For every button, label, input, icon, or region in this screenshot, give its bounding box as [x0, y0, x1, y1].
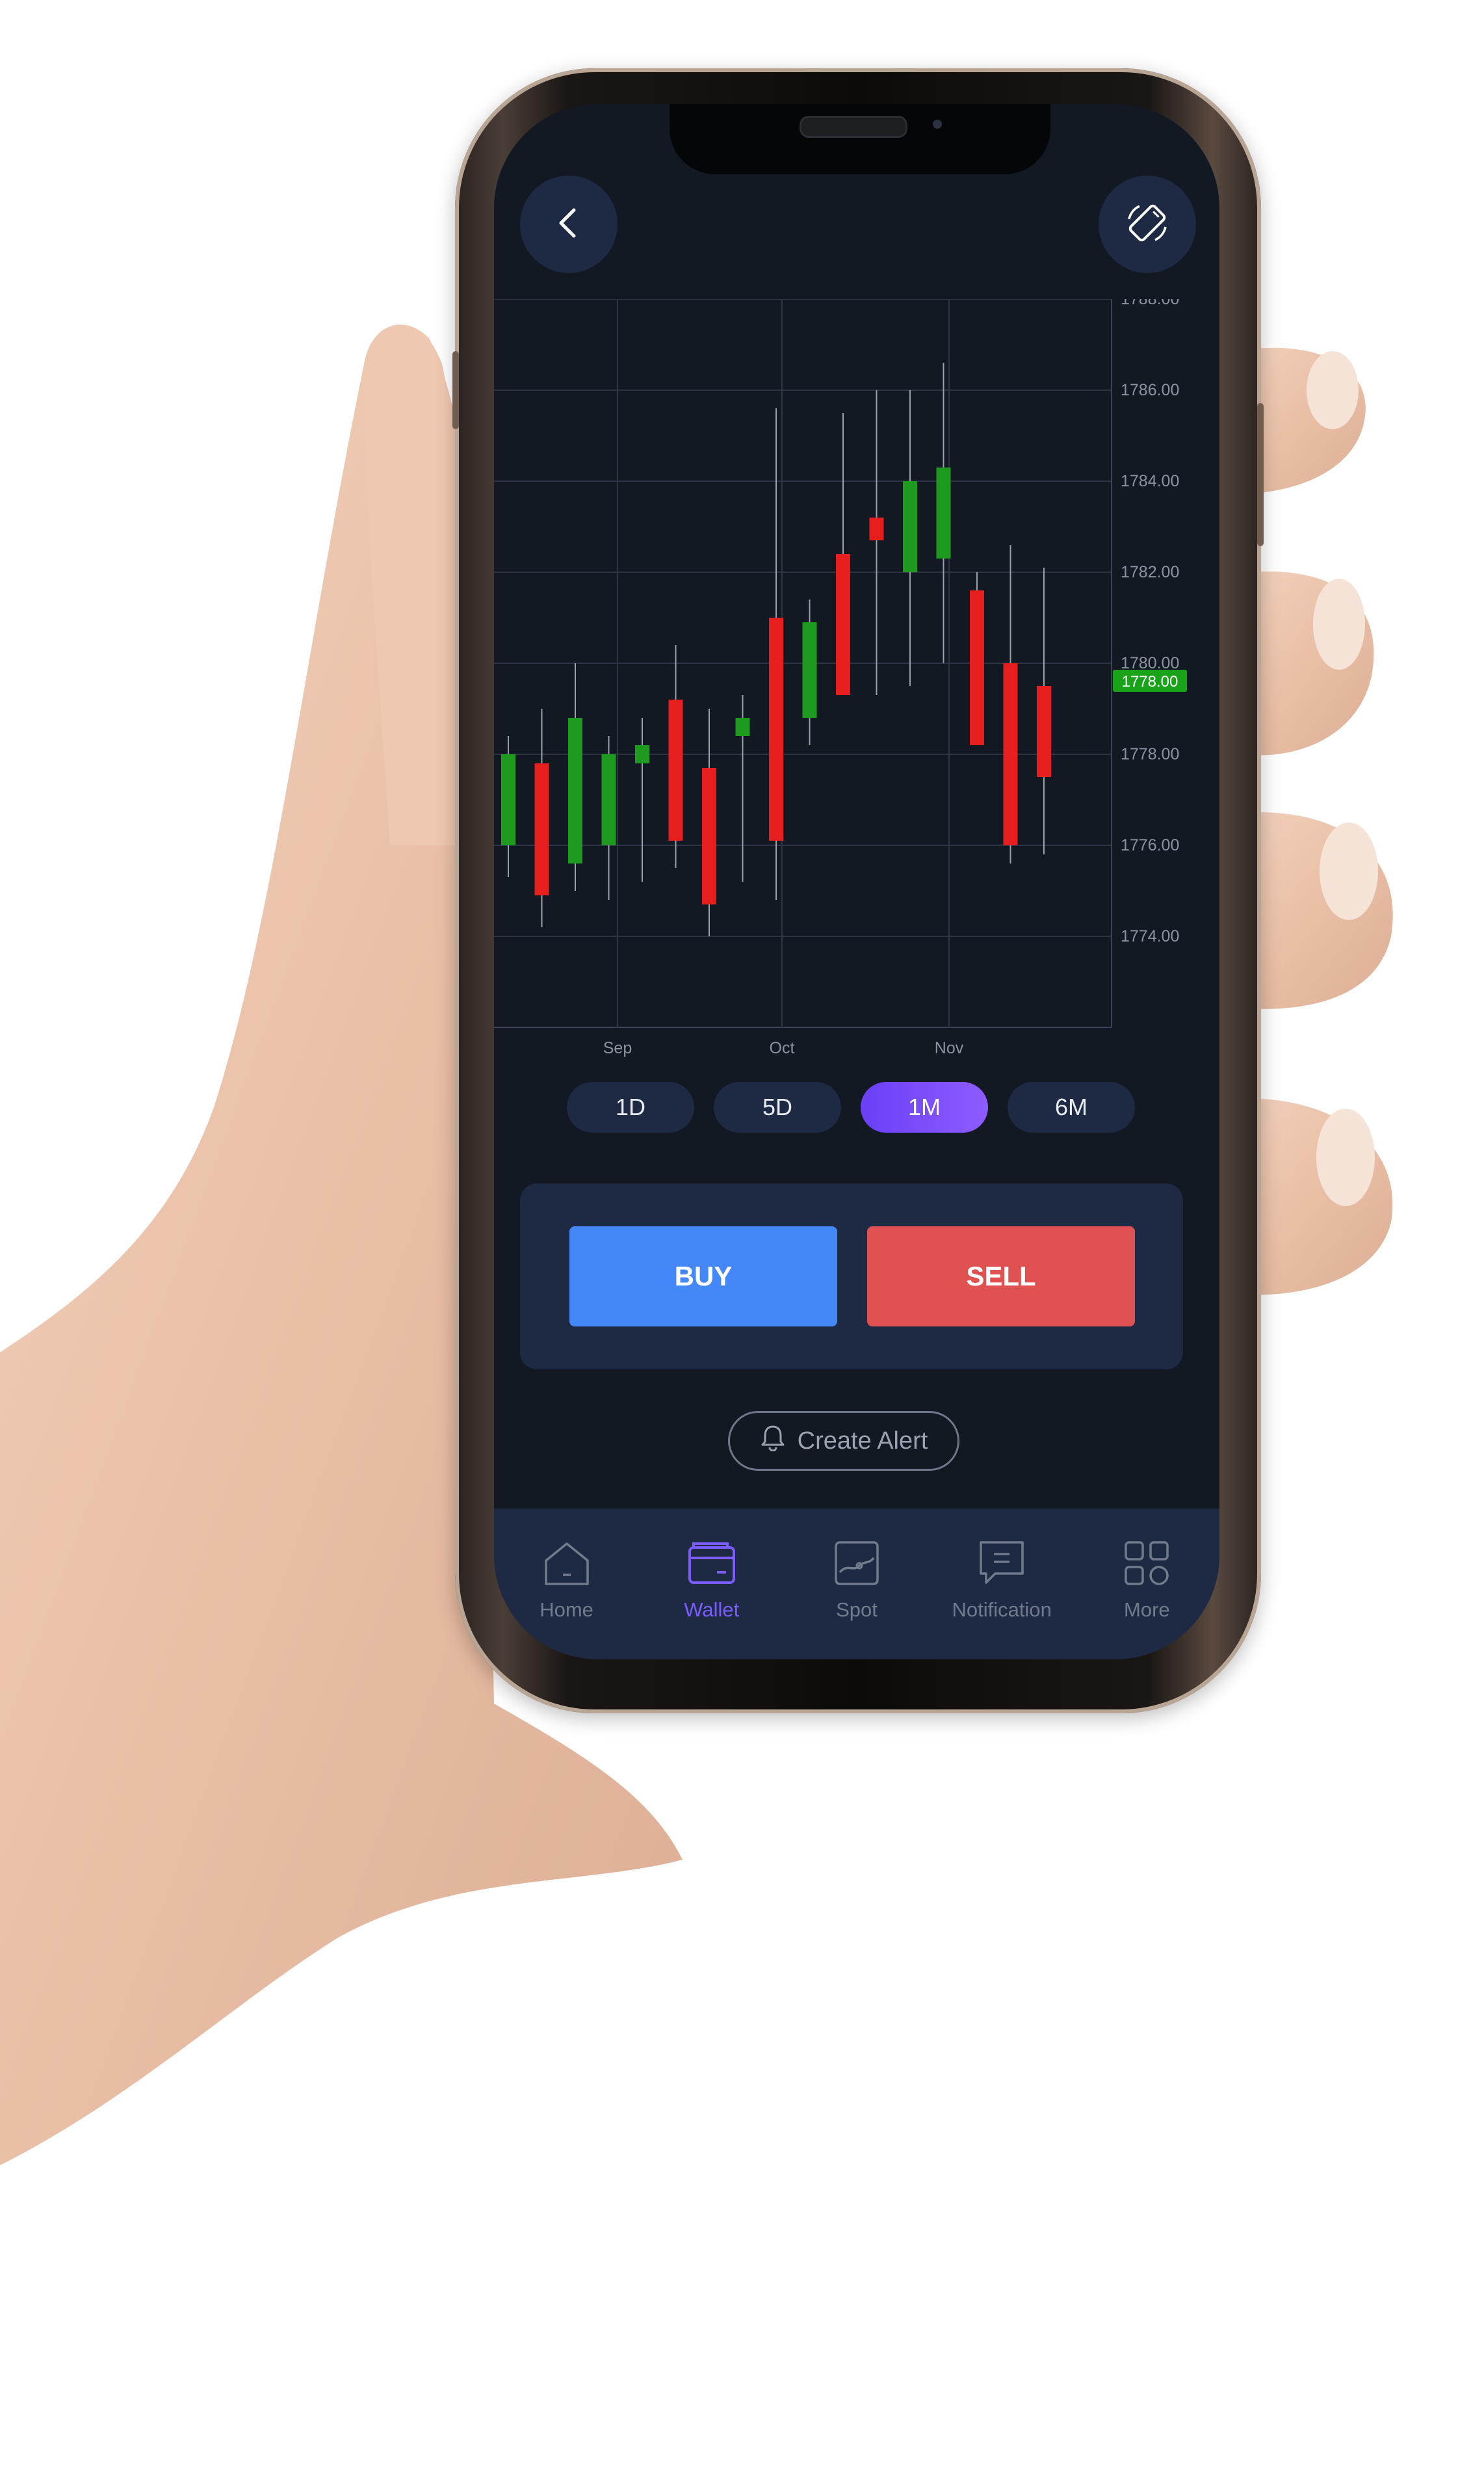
- rotate-screen-button[interactable]: [1099, 176, 1196, 273]
- wallet-icon: [686, 1537, 738, 1589]
- back-button[interactable]: [520, 176, 618, 273]
- candle-bearish: [668, 700, 683, 841]
- nav-label-notification: Notification: [952, 1598, 1052, 1621]
- nav-label-home: Home: [540, 1598, 593, 1621]
- speaker-grille: [800, 116, 907, 138]
- tab-5d[interactable]: 5D: [714, 1082, 841, 1133]
- time-range-tabs: 1D 5D 1M 6M: [567, 1082, 1135, 1133]
- candle-bullish: [802, 622, 817, 718]
- y-tick-label: 1786.00: [1121, 381, 1179, 399]
- y-tick-label: 1774.00: [1121, 927, 1179, 945]
- notch: [670, 104, 1050, 174]
- create-alert-button[interactable]: Create Alert: [728, 1411, 959, 1471]
- candle-bearish: [769, 618, 783, 841]
- x-tick-label: Oct: [770, 1039, 795, 1057]
- nav-item-more[interactable]: More: [1082, 1537, 1212, 1622]
- sell-button[interactable]: SELL: [867, 1226, 1135, 1326]
- phone-screen: 1788.00 1786.00 1784.00 1782.00 1780.00 1778.…: [494, 104, 1219, 1659]
- nav-item-wallet[interactable]: Wallet: [647, 1537, 777, 1622]
- tab-1m[interactable]: 1M: [861, 1082, 988, 1133]
- candlestick-chart: 1788.001786.001784.001782.001780.001778.…: [494, 299, 1187, 1057]
- nav-label-spot: Spot: [836, 1598, 878, 1621]
- candle-bearish: [702, 768, 716, 904]
- y-tick-label: 1776.00: [1121, 836, 1179, 854]
- candle-bullish: [601, 754, 616, 845]
- x-tick-label: Nov: [935, 1039, 964, 1057]
- buy-button[interactable]: BUY: [569, 1226, 837, 1326]
- candle-bullish: [936, 468, 951, 559]
- message-icon: [976, 1537, 1028, 1589]
- phone-side-button: [452, 351, 459, 429]
- candle-bearish: [970, 590, 984, 745]
- nav-item-spot[interactable]: Spot: [792, 1537, 922, 1622]
- candle-bearish: [836, 554, 850, 695]
- candle-bearish: [1003, 663, 1018, 845]
- y-tick-label: 1784.00: [1121, 472, 1179, 490]
- tab-1d[interactable]: 1D: [567, 1082, 694, 1133]
- y-tick-label: 1778.00: [1121, 745, 1179, 763]
- current-price-label: 1778.00: [1122, 673, 1178, 691]
- candle-bearish: [534, 763, 549, 895]
- candle-bullish: [568, 718, 582, 863]
- chevron-left-icon: [549, 204, 588, 246]
- tab-6m[interactable]: 6M: [1008, 1082, 1135, 1133]
- y-tick-label: 1782.00: [1121, 563, 1179, 581]
- candle-bullish: [735, 718, 750, 736]
- bottom-nav: Home Wallet Spot Notification More: [494, 1509, 1219, 1659]
- candle-bearish: [869, 518, 884, 540]
- candle-bullish: [501, 754, 515, 845]
- price-chart[interactable]: 1788.00 1786.00 1784.00 1782.00 1780.00 1778.…: [494, 299, 1219, 1092]
- candle-bullish: [903, 481, 917, 572]
- y-tick-label: 1788.00: [1121, 299, 1179, 308]
- screen-rotate-icon: [1124, 200, 1171, 250]
- nav-label-wallet: Wallet: [684, 1598, 740, 1621]
- nav-label-more: More: [1124, 1598, 1170, 1621]
- phone-side-button: [1257, 403, 1264, 546]
- home-icon: [541, 1537, 593, 1589]
- candle-bearish: [1037, 686, 1051, 777]
- front-camera: [933, 120, 942, 129]
- nav-item-notification[interactable]: Notification: [937, 1537, 1067, 1622]
- create-alert-label: Create Alert: [797, 1427, 928, 1455]
- chart-card-icon: [831, 1537, 883, 1589]
- x-tick-label: Sep: [603, 1039, 632, 1057]
- y-tick-label: 1780.00: [1121, 654, 1179, 672]
- trade-panel: BUY SELL: [520, 1183, 1183, 1369]
- grid-icon: [1121, 1537, 1173, 1589]
- candle-bullish: [635, 745, 649, 763]
- nav-item-home[interactable]: Home: [502, 1537, 632, 1622]
- bell-icon: [760, 1424, 786, 1458]
